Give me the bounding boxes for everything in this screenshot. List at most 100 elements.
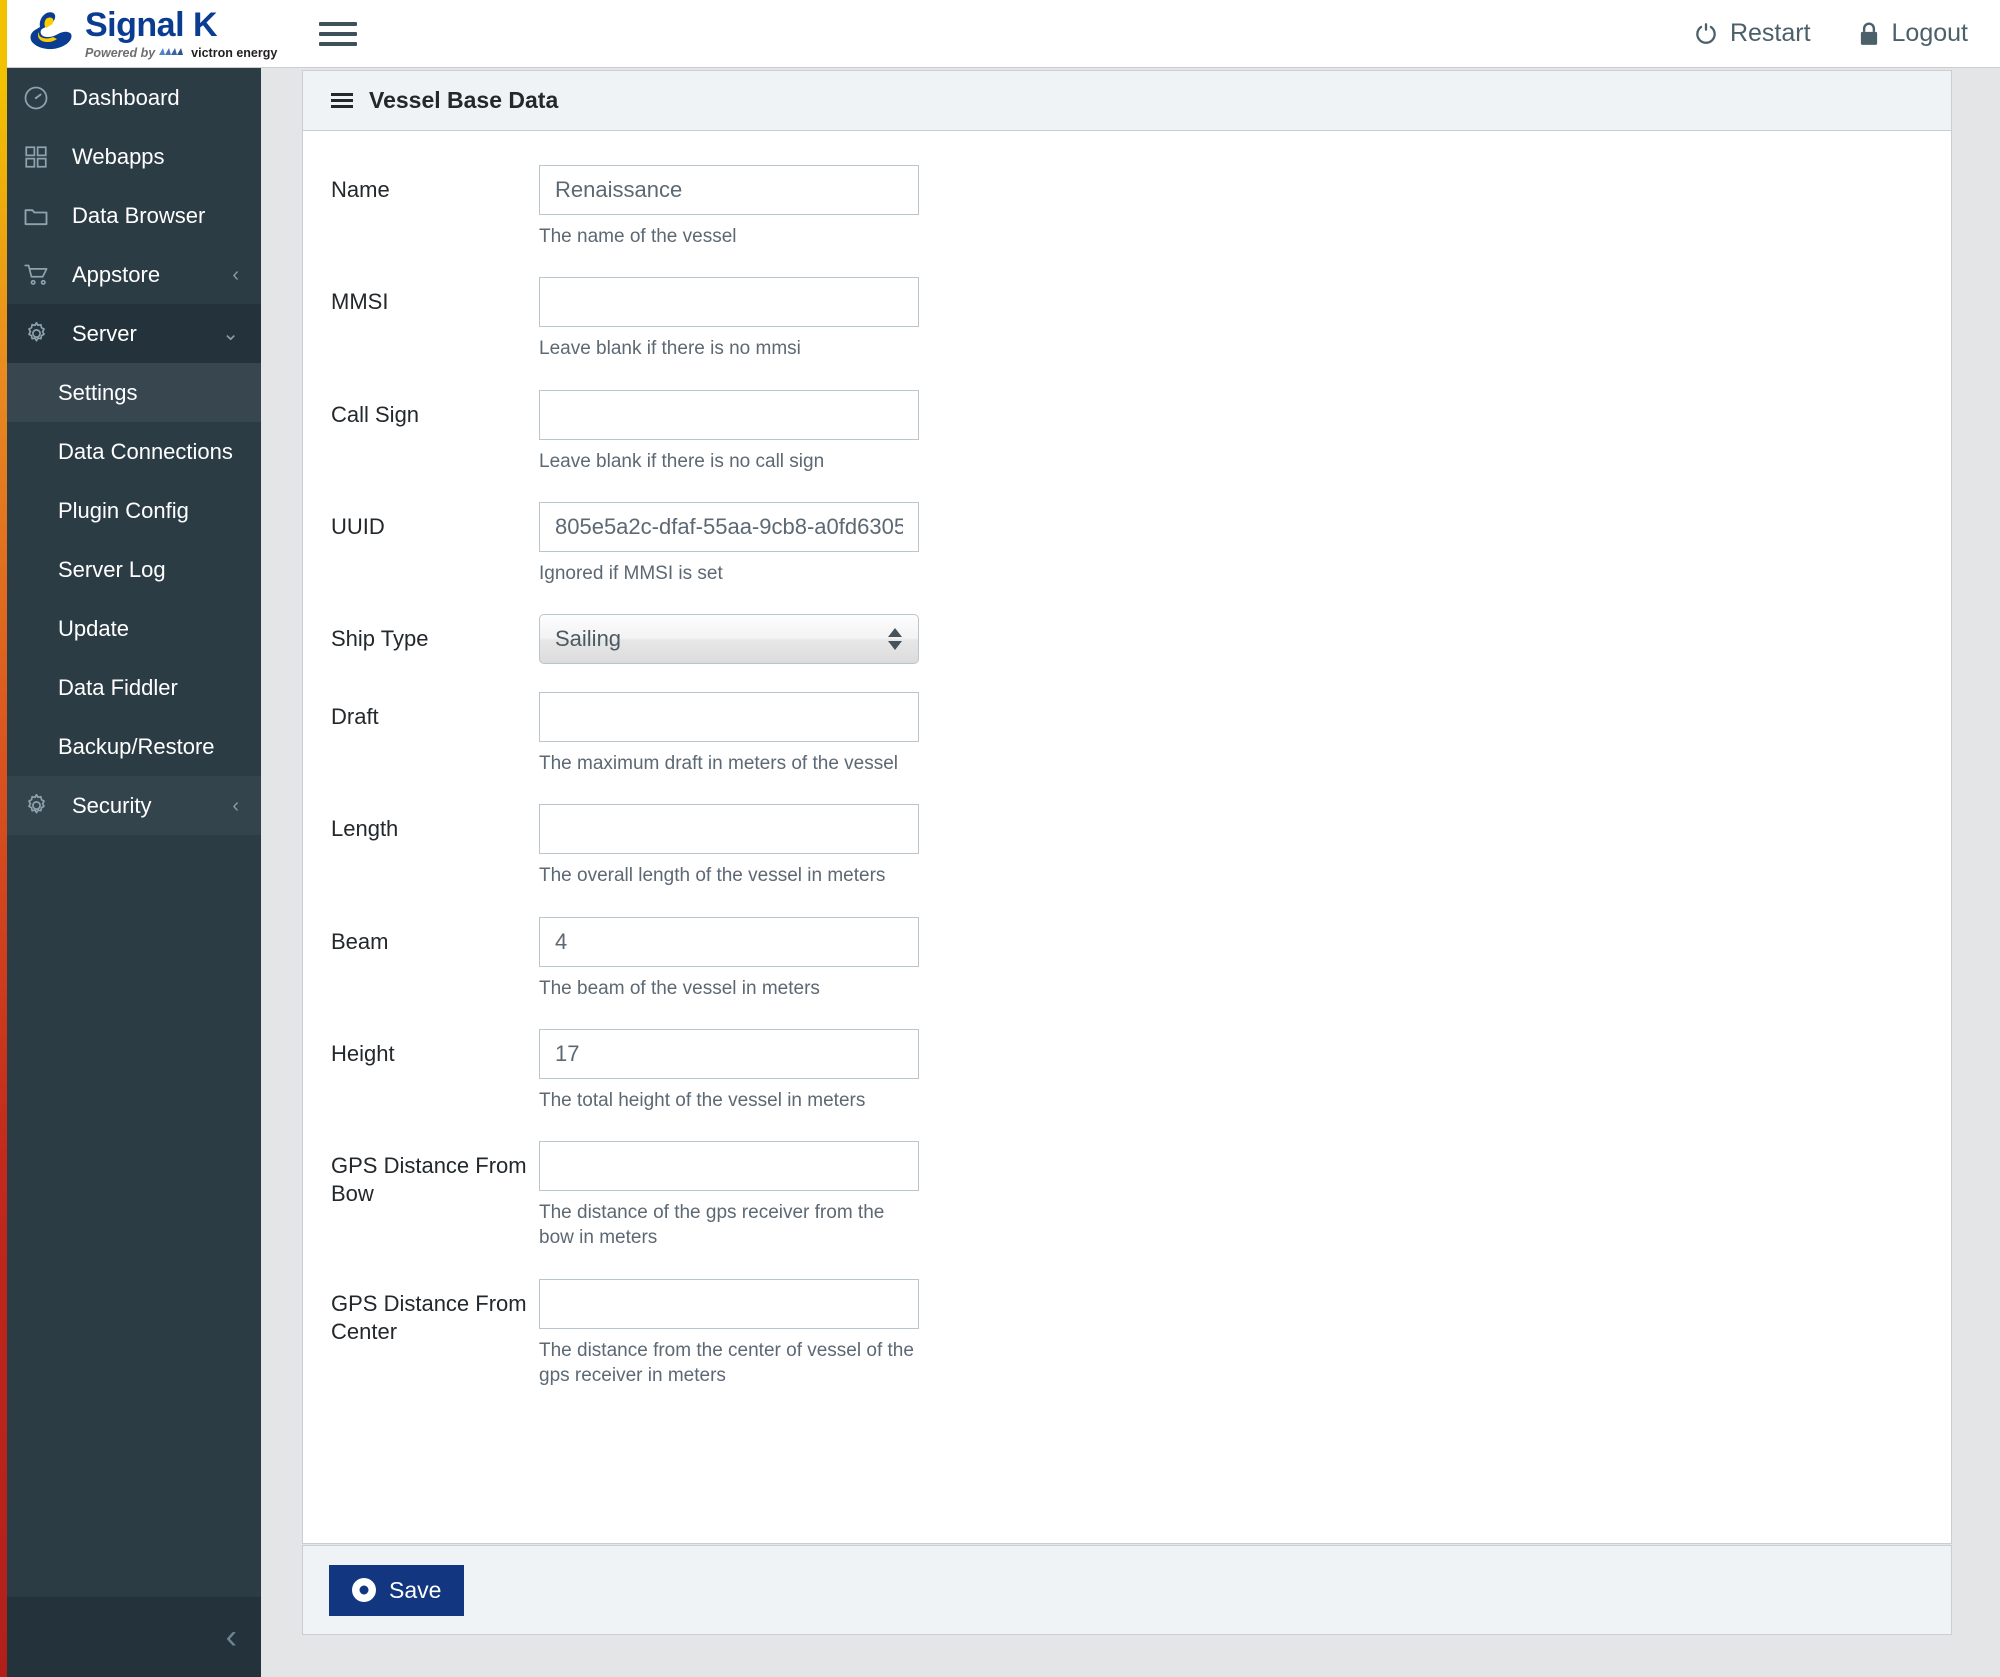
sidebar-item-label: Dashboard <box>72 84 180 110</box>
form-row: Call Sign Leave blank if there is no call… <box>331 389 1923 474</box>
form-row: Length The overall length of the vessel i… <box>331 804 1923 888</box>
list-icon <box>331 93 353 108</box>
dot-circle-icon <box>352 1578 376 1602</box>
sidebar-item-appstore[interactable]: Appstore ‹ <box>0 245 261 304</box>
power-restart-icon <box>1693 21 1719 47</box>
field-help-text: Ignored if MMSI is set <box>539 562 723 584</box>
header-actions: Restart Logout <box>1693 19 1968 48</box>
sidebar-item-server-log[interactable]: Server Log <box>0 540 261 599</box>
lock-icon <box>1857 21 1881 47</box>
uuid-input[interactable] <box>539 501 919 552</box>
card-header: Vessel Base Data <box>303 71 1951 131</box>
field-control-wrap: The distance from the center of vessel o… <box>539 1278 919 1389</box>
sidebar-item-backup-restore[interactable]: Backup/Restore <box>0 717 261 776</box>
field-control-wrap: Ignored if MMSI is set <box>539 501 919 586</box>
field-help-text: The beam of the vessel in meters <box>539 977 820 999</box>
field-control-wrap: Leave blank if there is no call sign <box>539 389 919 474</box>
sidebar-item-security[interactable]: Security ‹ <box>0 776 261 835</box>
row-spacer <box>331 1388 1923 1416</box>
sidebar-item-label: Data Connections <box>58 438 233 464</box>
hamburger-menu-icon[interactable] <box>319 18 358 50</box>
sidebar-item-webapps[interactable]: Webapps <box>0 127 261 186</box>
field-control-wrap: The distance of the gps receiver from th… <box>539 1141 919 1251</box>
sidebar-item-update[interactable]: Update <box>0 599 261 658</box>
sidebar-item-label: Server <box>72 320 137 346</box>
sidebar-collapse-button[interactable]: ‹ <box>0 1597 261 1677</box>
hamburger-bar <box>319 41 358 46</box>
field-label: Height <box>331 1040 395 1066</box>
field-control-wrap: The overall length of the vessel in mete… <box>539 804 919 888</box>
beam-input[interactable] <box>539 916 919 967</box>
sidebar-item-plugin-config[interactable]: Plugin Config <box>0 481 261 540</box>
ship-type-select[interactable]: Sailing <box>539 614 919 665</box>
hamburger-bar <box>319 31 358 36</box>
victron-logo-icon <box>158 45 188 62</box>
restart-label: Restart <box>1729 19 1811 47</box>
gps-distance-from-center-input[interactable] <box>539 1278 919 1329</box>
brand-logo[interactable]: Signal K Powered by victron energy <box>25 6 277 62</box>
sidebar-item-data-fiddler[interactable]: Data Fiddler <box>0 658 261 717</box>
row-spacer <box>331 1001 1923 1029</box>
form-row: MMSI Leave blank if there is no mmsi <box>331 277 1923 361</box>
field-label: MMSI <box>331 289 389 315</box>
sidebar-item-server[interactable]: Server ⌄ <box>0 304 261 363</box>
field-help-text: Leave blank if there is no mmsi <box>539 338 801 360</box>
field-control-wrap: The total height of the vessel in meters <box>539 1028 919 1113</box>
sidebar-item-data-connections[interactable]: Data Connections <box>0 422 261 481</box>
sidebar-item-label: Settings <box>58 379 138 405</box>
field-control-wrap: The beam of the vessel in meters <box>539 916 919 1001</box>
row-spacer <box>331 362 1923 390</box>
sidebar-item-settings[interactable]: Settings <box>0 363 261 422</box>
row-spacer <box>331 664 1923 692</box>
folder-icon <box>22 202 50 230</box>
sidebar-item-list: Dashboard Webapps Data Browser Appstore ‹ Ser… <box>0 68 261 835</box>
form-row: UUID Ignored if MMSI is set <box>331 501 1923 586</box>
grid-icon <box>22 143 50 171</box>
sidebar-item-label: Plugin Config <box>58 497 189 523</box>
field-help-text: The distance from the center of vessel o… <box>539 1339 914 1386</box>
sidebar-item-label: Data Browser <box>72 202 206 228</box>
field-help-text: The total height of the vessel in meters <box>539 1089 866 1111</box>
field-label: Ship Type <box>331 626 429 652</box>
field-help-text: Leave blank if there is no call sign <box>539 450 825 472</box>
vessel-base-data-card: Vessel Base Data Name The name of the ves… <box>302 70 1952 1544</box>
form-row: Name The name of the vessel <box>331 165 1923 249</box>
speedometer-icon <box>22 84 50 112</box>
sidebar-item-label: Data Fiddler <box>58 674 178 700</box>
call-sign-input[interactable] <box>539 389 919 440</box>
sidebar-item-data-browser[interactable]: Data Browser <box>0 186 261 245</box>
height-input[interactable] <box>539 1028 919 1079</box>
name-input[interactable] <box>539 165 919 215</box>
length-input[interactable] <box>539 804 919 855</box>
row-spacer <box>331 249 1923 277</box>
signalk-logo-icon <box>25 10 77 58</box>
form-row: Height The total height of the vessel in … <box>331 1028 1923 1113</box>
row-spacer <box>331 776 1923 804</box>
chevron-down-icon: ⌄ <box>222 322 239 345</box>
sidebar-nav: Dashboard Webapps Data Browser Appstore ‹ Ser… <box>0 68 261 1677</box>
sidebar-item-dashboard[interactable]: Dashboard <box>0 68 261 127</box>
hamburger-bar <box>319 21 358 26</box>
save-button-label: Save <box>389 1576 442 1603</box>
restart-button[interactable]: Restart <box>1693 19 1811 48</box>
sidebar-item-label: Backup/Restore <box>58 733 215 759</box>
logout-button[interactable]: Logout <box>1857 19 1968 48</box>
save-button[interactable]: Save <box>329 1564 465 1616</box>
form-row: GPS Distance From Bow The distance of the… <box>331 1141 1923 1251</box>
sidebar-item-label: Server Log <box>58 556 166 582</box>
selected-option-label: Sailing <box>555 626 622 652</box>
field-control-wrap: Sailing <box>539 614 919 665</box>
chevron-left-icon: ‹ <box>232 263 239 286</box>
list-icon-bar <box>331 93 353 96</box>
sidebar-item-label: Security <box>72 792 152 818</box>
gear-icon <box>22 320 50 348</box>
draft-input[interactable] <box>539 692 919 743</box>
mmsi-input[interactable] <box>539 277 919 328</box>
card-footer: Save <box>302 1545 1952 1635</box>
brand-title: Signal K <box>85 5 218 44</box>
brand-subtitle: Powered by victron energy <box>85 45 277 62</box>
gps-distance-from-bow-input[interactable] <box>539 1141 919 1192</box>
field-help-text: The overall length of the vessel in mete… <box>539 865 886 887</box>
field-label: UUID <box>331 513 385 539</box>
form-row: Draft The maximum draft in meters of the … <box>331 692 1923 776</box>
